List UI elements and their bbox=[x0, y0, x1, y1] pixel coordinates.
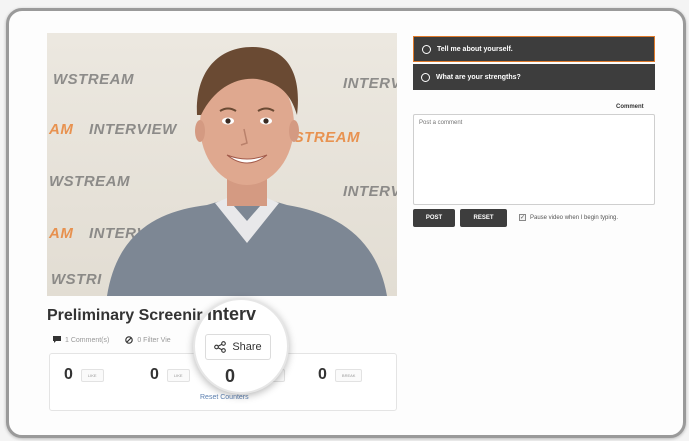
pause-checkbox[interactable]: ✓ bbox=[519, 214, 526, 221]
play-circle-icon bbox=[421, 72, 430, 82]
reset-button[interactable]: RESET bbox=[460, 209, 507, 227]
comments-count[interactable]: 1 Comment(s) bbox=[53, 336, 109, 344]
counter-value: 0 bbox=[150, 366, 159, 383]
question-item[interactable]: What are your strengths? bbox=[413, 64, 655, 90]
screenshot-frame: WSTREAM INTERV AM INTERVIEW WSTREAM WSTR… bbox=[6, 8, 686, 438]
reset-counters-link[interactable]: Reset Counters bbox=[200, 394, 249, 401]
counter-button[interactable]: like bbox=[80, 368, 104, 382]
question-item-active[interactable]: Tell me about yourself. bbox=[413, 36, 655, 62]
magnified-title: Interv bbox=[207, 304, 257, 324]
counter-button[interactable]: like bbox=[166, 368, 190, 382]
filter-view[interactable]: 0 Filter Vie bbox=[125, 336, 171, 344]
comments-count-label: 1 Comment(s) bbox=[65, 336, 110, 344]
watermark: AM bbox=[49, 121, 74, 138]
counter-value: 0 bbox=[318, 366, 327, 383]
counter-value: 0 bbox=[64, 366, 73, 383]
post-button[interactable]: POST bbox=[413, 209, 455, 227]
video-player[interactable]: WSTREAM INTERV AM INTERVIEW WSTREAM WSTR… bbox=[47, 33, 397, 296]
watermark: WSTRI bbox=[51, 271, 102, 288]
comment-icon bbox=[53, 336, 61, 343]
share-icon bbox=[214, 341, 227, 353]
zoom-magnifier: Interv Share 0 bbox=[193, 298, 289, 394]
counter: 0 like bbox=[150, 366, 190, 384]
interview-meta: 1 Comment(s) 0 Filter Vie bbox=[53, 336, 171, 344]
filter-icon bbox=[125, 336, 134, 344]
share-label: Share bbox=[232, 341, 262, 353]
interview-title: Preliminary Screenir bbox=[47, 307, 203, 324]
comment-input[interactable] bbox=[413, 114, 655, 205]
pause-label: Pause video when I begin typing. bbox=[530, 214, 619, 221]
question-label: Tell me about yourself. bbox=[437, 45, 513, 53]
watermark: AM bbox=[49, 225, 74, 242]
play-circle-icon bbox=[422, 44, 431, 54]
speaker-figure bbox=[107, 47, 387, 296]
comment-label: Comment bbox=[616, 104, 644, 110]
counter: 0 break bbox=[318, 366, 363, 384]
pause-option[interactable]: ✓ Pause video when I begin typing. bbox=[519, 214, 618, 221]
share-button[interactable]: Share bbox=[205, 334, 271, 360]
counter: 0 like bbox=[64, 366, 104, 384]
counter-button[interactable]: break bbox=[334, 368, 363, 382]
filter-view-label: 0 Filter Vie bbox=[137, 336, 171, 344]
magnified-counter: 0 bbox=[225, 366, 236, 386]
question-label: What are your strengths? bbox=[436, 73, 521, 81]
